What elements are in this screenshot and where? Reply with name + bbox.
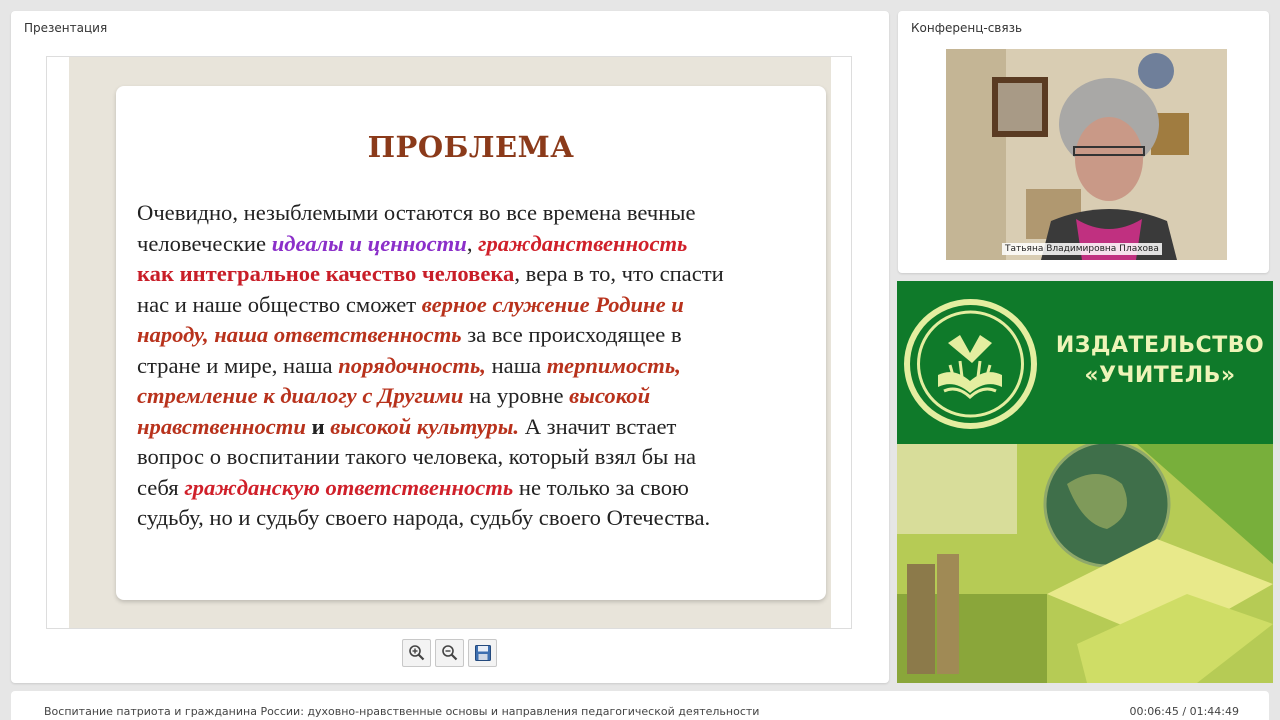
slide-highlight-text: высокой культуры. — [330, 413, 520, 439]
zoom-out-button[interactable] — [435, 639, 464, 667]
slide-text-segment: наша — [485, 352, 547, 378]
video-frame-illustration — [946, 49, 1227, 260]
publisher-logo — [904, 299, 1037, 429]
slide-highlight-text: и — [305, 413, 331, 439]
slide-card: ПРОБЛЕМА Очевидно, незыблемыми остаются … — [116, 86, 826, 600]
books-globe-illustration — [897, 440, 1273, 683]
conference-panel: Конференц-связь Татьяна Владимировна Пла… — [898, 11, 1269, 273]
slide-text-segment: себя — [137, 474, 185, 500]
webinar-title: Воспитание патриота и гражданина России:… — [44, 705, 760, 718]
slide-text-line: Очевидно, незыблемыми остаются во все вр… — [137, 198, 807, 229]
slide-text-line: себя гражданскую ответственность не толь… — [137, 473, 807, 504]
slide-text-line: вопрос о воспитании такого человека, кот… — [137, 442, 807, 473]
publisher-banner: ИЗДАТЕЛЬСТВО «УЧИТЕЛЬ» — [897, 281, 1273, 683]
slide-text-line: нас и наше общество сможет верное служен… — [137, 290, 807, 321]
book-logo-icon — [917, 310, 1024, 418]
slide-text-segment: вопрос о воспитании такого человека, кот… — [137, 444, 697, 469]
slide-highlight-text: стремление к диалогу с Другими — [137, 383, 464, 408]
slide-highlight-text: ценности — [367, 230, 467, 256]
slide-text-segment: нас и наше общество сможет — [137, 291, 422, 317]
zoom-in-icon — [408, 645, 424, 661]
slide-text-segment: не только за свою — [513, 474, 689, 500]
slide-text-segment: Очевидно, незыблемыми остаются во все вр… — [137, 200, 696, 225]
publisher-name: ИЗДАТЕЛЬСТВО «УЧИТЕЛЬ» — [1047, 331, 1273, 391]
banner-top: ИЗДАТЕЛЬСТВО «УЧИТЕЛЬ» — [897, 281, 1273, 444]
slide-text-segment: , — [466, 230, 479, 256]
participant-name-label: Татьяна Владимировна Плахова — [1002, 243, 1162, 255]
slide-text-segment: человеческие — [137, 230, 272, 256]
slide-text-segment: стране и мире, наша — [137, 352, 339, 378]
banner-books-image — [897, 440, 1273, 683]
floppy-disk-icon — [474, 645, 491, 661]
slide-text-line: стране и мире, наша порядочность, наша т… — [137, 351, 807, 382]
slide-highlight-text: нравственности — [137, 413, 306, 439]
slide-highlight-text: высокой — [569, 383, 651, 408]
slide-text-line: как интегральное качество человека, вера… — [137, 259, 807, 290]
slide-body-text: Очевидно, незыблемыми остаются во все вр… — [137, 198, 807, 534]
slide-highlight-text: как интегральное качество человека — [137, 261, 515, 286]
slide-text-segment: , вера в то, что спасти — [514, 261, 724, 286]
participant-video[interactable]: Татьяна Владимировна Плахова — [946, 49, 1227, 260]
slide-text-segment: А значит встает — [519, 413, 677, 439]
slide-highlight-text: идеалы — [271, 230, 344, 256]
slide-text-line: нравственности и высокой культуры. А зна… — [137, 412, 807, 443]
slide-text-segment: за все происходящее в — [461, 322, 682, 347]
slide-text-line: судьбу, но и судьбу своего народа, судьб… — [137, 503, 807, 534]
conference-panel-title: Конференц-связь — [911, 21, 1023, 35]
publisher-name-line2: «УЧИТЕЛЬ» — [1084, 363, 1236, 388]
footer-bar: Воспитание патриота и гражданина России:… — [11, 691, 1269, 720]
slide-text-line: стремление к диалогу с Другими на уровне… — [137, 381, 807, 412]
playback-time: 00:06:45 / 01:44:49 — [1129, 705, 1239, 718]
slide-highlight-text: порядочность, — [338, 352, 486, 378]
presentation-panel-title: Презентация — [24, 21, 108, 35]
slide-title: ПРОБЛЕМА — [367, 130, 575, 164]
slide-highlight-text: гражданственность — [478, 230, 688, 256]
slide-text-segment: на уровне — [463, 383, 570, 408]
slide-highlight-text: и — [343, 230, 368, 256]
slide-text-segment: судьбу, но и судьбу своего народа, судьб… — [137, 505, 711, 530]
slide-highlight-text: народу, наша ответственность — [137, 322, 462, 347]
slide-toolbar — [402, 639, 497, 667]
slide-highlight-text: терпимость, — [546, 352, 681, 378]
slide-text-line: человеческие идеалы и ценности, гражданс… — [137, 229, 807, 260]
zoom-in-button[interactable] — [402, 639, 431, 667]
zoom-out-icon — [441, 645, 457, 661]
slide-viewer[interactable]: ПРОБЛЕМА Очевидно, незыблемыми остаются … — [46, 56, 852, 629]
save-button[interactable] — [468, 639, 497, 667]
presentation-panel: Презентация ПРОБЛЕМА Очевидно, незыблемы… — [11, 11, 889, 683]
publisher-name-line1: ИЗДАТЕЛЬСТВО — [1055, 333, 1265, 358]
slide-background: ПРОБЛЕМА Очевидно, незыблемыми остаются … — [69, 57, 831, 628]
slide-text-line: народу, наша ответственность за все прои… — [137, 320, 807, 351]
slide-highlight-text: верное служение Родине и — [421, 291, 684, 317]
slide-highlight-text: гражданскую ответственность — [184, 474, 514, 500]
